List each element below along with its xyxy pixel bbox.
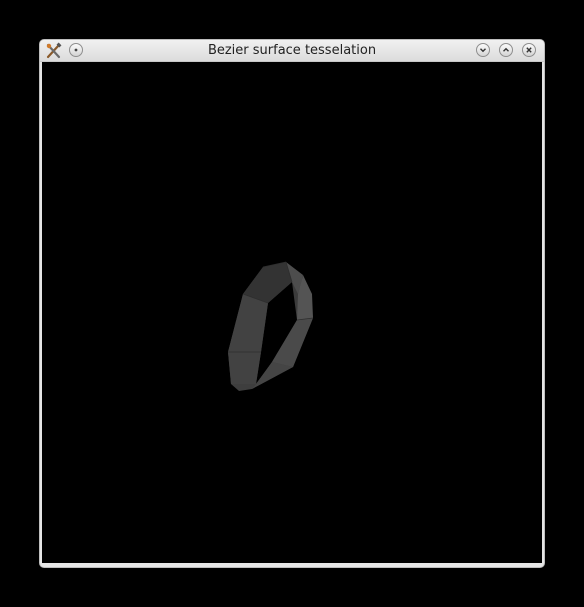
window-titlebar[interactable]: Bezier surface tesselation [40, 40, 544, 62]
minimize-icon[interactable] [476, 43, 490, 57]
app-window: Bezier surface tesselation [40, 40, 544, 567]
gl-render-canvas[interactable] [42, 62, 542, 563]
bezier-surface-render [228, 261, 314, 391]
window-title: Bezier surface tesselation [207, 43, 377, 58]
maximize-icon[interactable] [499, 43, 513, 57]
close-icon[interactable] [522, 43, 536, 57]
